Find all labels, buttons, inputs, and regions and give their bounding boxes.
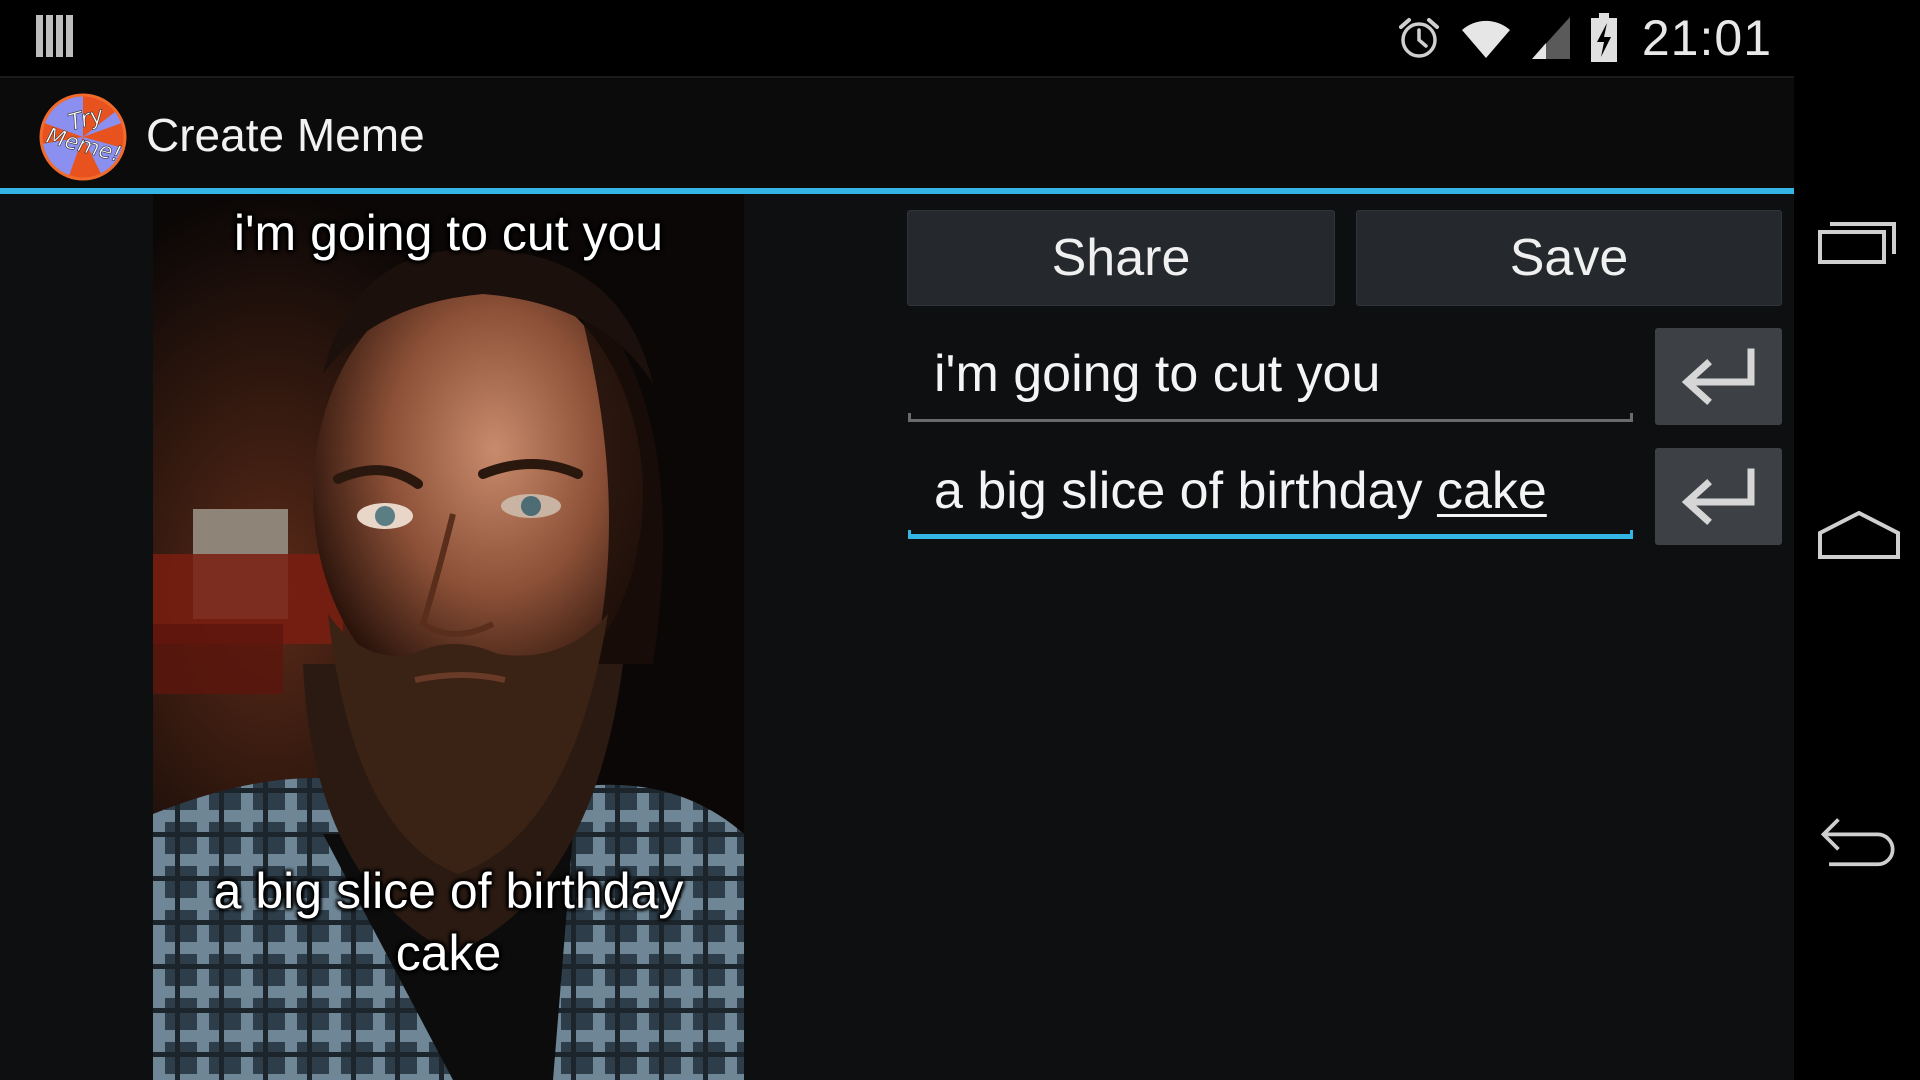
meme-top-caption: i'm going to cut you: [233, 205, 664, 261]
top-text-value: i'm going to cut you: [934, 345, 1381, 403]
wifi-icon: [1461, 20, 1510, 58]
battery-charging-icon: [1590, 13, 1617, 62]
page-title: Create Meme: [146, 109, 425, 161]
save-button[interactable]: Save: [1356, 210, 1782, 306]
top-text-input[interactable]: i'm going to cut you: [908, 322, 1633, 422]
home-icon: [1818, 510, 1900, 559]
notification-bars-icon: [36, 15, 74, 57]
signal-icon: [1531, 17, 1570, 59]
navigation-bar: [1794, 0, 1920, 1080]
action-bar: Try Meme! Create Meme: [0, 76, 1794, 188]
meme-bottom-caption: a big slice of birthday cake: [213, 863, 684, 981]
back-icon: [1820, 818, 1895, 867]
apply-top-text-button[interactable]: [1655, 328, 1782, 425]
apply-bottom-text-button[interactable]: [1655, 448, 1782, 545]
home-button[interactable]: [1816, 500, 1902, 570]
bottom-text-value: a big slice of birthday cake: [934, 461, 1547, 521]
input-underline-focused: [908, 530, 1633, 539]
enter-icon: [1681, 348, 1754, 405]
alarm-icon: [1398, 18, 1439, 58]
composing-word: cake: [1436, 462, 1547, 520]
app-logo[interactable]: Try Meme!: [36, 90, 130, 184]
status-time: 21:01: [1641, 10, 1772, 66]
enter-icon: [1681, 468, 1754, 525]
recents-button[interactable]: [1816, 205, 1902, 275]
status-icons: 21:01: [1396, 0, 1772, 76]
recents-icon: [1818, 222, 1896, 264]
status-bar: 21:01: [0, 0, 1794, 76]
content-area: i'm going to cut you a big slice of birt…: [0, 194, 1794, 1080]
meme-image: i'm going to cut you a big slice of birt…: [153, 194, 744, 1080]
back-button[interactable]: [1816, 805, 1902, 875]
input-underline: [908, 413, 1633, 422]
bottom-text-prefix: a big slice of birthday: [934, 462, 1437, 520]
share-button[interactable]: Share: [907, 210, 1335, 306]
bottom-text-input[interactable]: a big slice of birthday cake: [908, 439, 1633, 539]
